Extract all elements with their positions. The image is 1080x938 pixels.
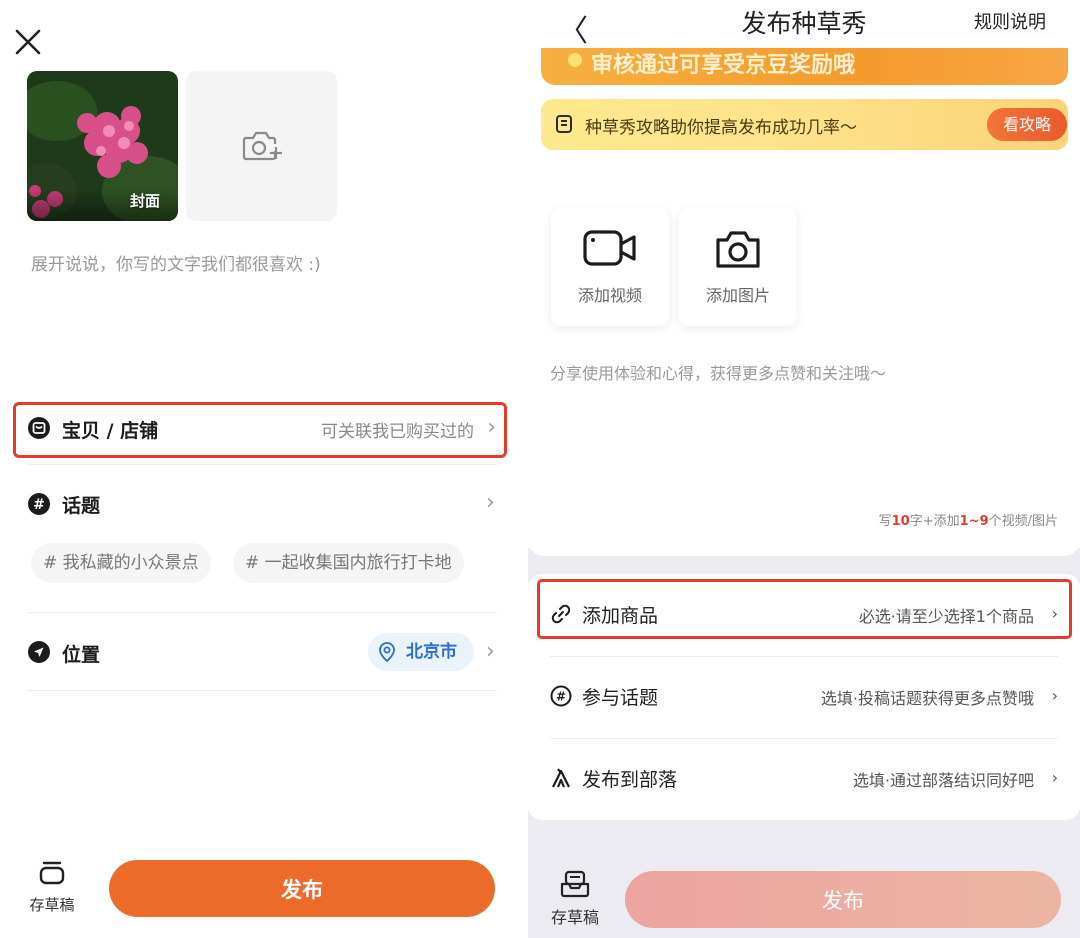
chevron-right-icon: › <box>1051 768 1058 787</box>
location-row-title[interactable]: 位置 <box>62 640 100 667</box>
video-camera-icon <box>583 230 636 266</box>
publish-to-tribe-title: 发布到部落 <box>582 769 678 791</box>
chevron-right-icon[interactable]: › <box>486 641 495 663</box>
publish-to-tribe-hint: 选填·通过部落结识同好吧 <box>852 771 1034 790</box>
chevron-right-icon: › <box>487 415 496 440</box>
topic-tag[interactable]: # 一起收集国内旅行打卡地 <box>233 543 464 583</box>
guide-banner-text: 种草秀攻略助你提高发布成功几率～ <box>585 118 857 138</box>
bean-icon <box>568 53 582 67</box>
reward-banner-text: 审核通过可享受京豆奖励哦 <box>591 53 856 78</box>
publish-button-disabled[interactable]: 发布 <box>625 871 1061 928</box>
location-chip[interactable]: 北京市 <box>368 633 474 671</box>
chevron-right-icon: › <box>1051 686 1058 705</box>
save-draft-button[interactable]: 存草稿 <box>24 860 80 915</box>
hashtag-icon: # <box>550 685 572 707</box>
divider <box>27 612 497 613</box>
cover-photo[interactable]: 封面 <box>27 71 178 221</box>
pin-icon <box>379 642 395 662</box>
chevron-right-icon[interactable]: › <box>486 492 495 514</box>
reward-banner: 审核通过可享受京豆奖励哦 <box>541 47 1068 85</box>
right-publish-screen: 审核通过可享受京豆奖励哦 〈 发布种草秀 规则说明 种草秀攻略助你提高发布成功几… <box>528 0 1080 938</box>
topic-row-title[interactable]: 话题 <box>62 491 100 518</box>
divider <box>27 464 497 465</box>
publish-to-tribe-row[interactable]: 发布到部落 选填·通过部落结识同好吧 › <box>550 749 1058 809</box>
shop-row-hint: 可关联我已购买过的 <box>321 422 474 442</box>
location-arrow-icon <box>28 641 50 663</box>
add-image-label: 添加图片 <box>705 286 770 305</box>
publish-button[interactable]: 发布 <box>109 860 495 917</box>
document-icon <box>556 115 572 133</box>
hashtag-icon: # <box>28 493 50 515</box>
guide-banner[interactable]: 种草秀攻略助你提高发布成功几率～ 看攻略 <box>541 99 1068 150</box>
camera-plus-icon <box>242 131 282 161</box>
shop-row-title: 宝贝 / 店铺 <box>62 420 159 442</box>
save-draft-label: 存草稿 <box>550 908 599 927</box>
location-city: 北京市 <box>406 642 457 662</box>
topic-tag[interactable]: # 我私藏的小众景点 <box>31 543 211 583</box>
add-video-label: 添加视频 <box>577 286 642 305</box>
join-topic-row[interactable]: # 参与话题 选填·投稿话题获得更多点赞哦 › <box>550 667 1058 727</box>
add-image-button[interactable]: 添加图片 <box>679 208 797 326</box>
join-topic-hint: 选填·投稿话题获得更多点赞哦 <box>820 689 1034 708</box>
save-draft-label: 存草稿 <box>29 896 75 914</box>
tent-icon <box>552 768 570 788</box>
cover-label: 封面 <box>129 192 160 210</box>
camera-icon <box>716 231 760 268</box>
close-icon[interactable] <box>12 26 44 58</box>
save-draft-button[interactable]: 存草稿 <box>546 870 604 928</box>
divider <box>550 738 1058 739</box>
view-guide-button[interactable]: 看攻略 <box>987 108 1067 141</box>
divider <box>27 690 497 691</box>
left-publish-screen: 封面 展开说说，你写的文字我们都很喜欢 :) 宝贝 / 店铺 可关联我已购买过的… <box>0 0 528 938</box>
add-video-button[interactable]: 添加视频 <box>551 208 669 326</box>
svg-text:#: # <box>556 690 566 704</box>
caption-input[interactable]: 展开说说，你写的文字我们都很喜欢 :) <box>31 250 321 275</box>
rules-link[interactable]: 规则说明 <box>974 8 1046 34</box>
add-photo-button[interactable] <box>186 71 337 221</box>
bag-icon <box>28 417 50 439</box>
draft-box-icon <box>39 861 65 885</box>
join-topic-title: 参与话题 <box>582 687 659 709</box>
word-count-hint: 写10字+添加1~9个视频/图片 <box>878 514 1058 529</box>
svg-text:#: # <box>33 497 45 513</box>
shop-row[interactable]: 宝贝 / 店铺 可关联我已购买过的 › <box>13 402 507 458</box>
content-input[interactable]: 分享使用体验和心得，获得更多点赞和关注哦～ <box>550 360 886 384</box>
draft-tray-icon <box>560 870 590 898</box>
add-product-highlight <box>537 579 1072 639</box>
nav-bar: 〈 发布种草秀 规则说明 <box>528 0 1080 49</box>
divider <box>550 656 1058 657</box>
